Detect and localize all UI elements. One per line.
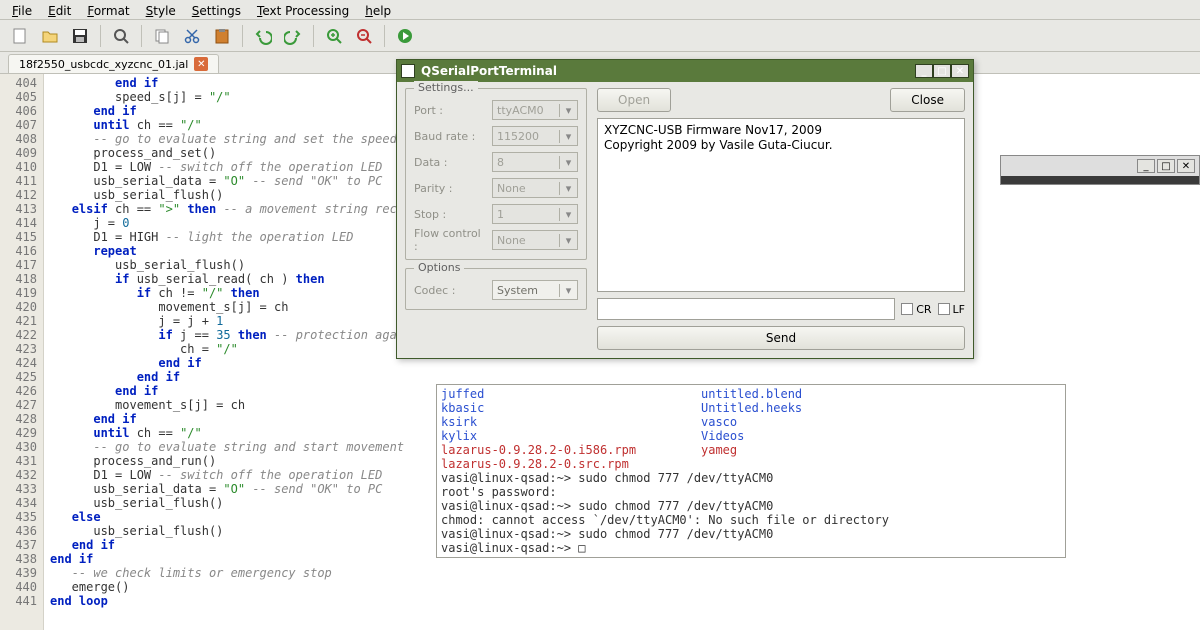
chevron-down-icon: ▾	[559, 104, 573, 117]
data-label: Data :	[414, 156, 486, 169]
save-icon[interactable]	[68, 24, 92, 48]
lf-checkbox[interactable]: LF	[938, 303, 965, 316]
open-button[interactable]: Open	[597, 88, 671, 112]
chevron-down-icon: ▾	[559, 208, 573, 221]
options-group: Options Codec : System▾	[405, 268, 587, 310]
cr-checkbox[interactable]: CR	[901, 303, 931, 316]
terminal-output[interactable]: juffeduntitled.blendkbasicUntitled.heeks…	[436, 384, 1066, 558]
parity-combo[interactable]: None▾	[492, 178, 578, 198]
baud-combo[interactable]: 115200▾	[492, 126, 578, 146]
new-file-icon[interactable]	[8, 24, 32, 48]
maximize-icon[interactable]: □	[1157, 159, 1175, 173]
serial-output: XYZCNC-USB Firmware Nov17, 2009 Copyrigh…	[597, 118, 965, 292]
toolbar	[0, 20, 1200, 52]
flow-combo[interactable]: None▾	[492, 230, 578, 250]
menu-file[interactable]: File	[6, 2, 38, 17]
menu-style[interactable]: Style	[140, 2, 182, 17]
stop-label: Stop :	[414, 208, 486, 221]
dialog-minimize-icon[interactable]: _	[915, 64, 933, 78]
menu-format[interactable]: Format	[81, 2, 135, 17]
chevron-down-icon: ▾	[559, 130, 573, 143]
cut-icon[interactable]	[180, 24, 204, 48]
paste-icon[interactable]	[210, 24, 234, 48]
flow-label: Flow control :	[414, 227, 486, 253]
codec-label: Codec :	[414, 284, 486, 297]
chevron-down-icon: ▾	[559, 234, 573, 247]
port-label: Port :	[414, 104, 486, 117]
dialog-titlebar[interactable]: QSerialPortTerminal _ □ ✕	[397, 60, 973, 82]
tab-label: 18f2550_usbcdc_xyzcnc_01.jal	[19, 58, 188, 71]
menu-edit[interactable]: Edit	[42, 2, 77, 17]
line-gutter: 4044054064074084094104114124134144154164…	[0, 74, 44, 630]
menubar: File Edit Format Style Settings Text Processi…	[0, 0, 1200, 20]
open-file-icon[interactable]	[38, 24, 62, 48]
zoom-out-icon[interactable]	[352, 24, 376, 48]
chevron-down-icon: ▾	[559, 284, 573, 297]
copy-icon[interactable]	[150, 24, 174, 48]
stop-combo[interactable]: 1▾	[492, 204, 578, 224]
dialog-close-icon[interactable]: ✕	[951, 64, 969, 78]
dialog-title: QSerialPortTerminal	[421, 64, 557, 78]
search-icon[interactable]	[109, 24, 133, 48]
dialog-maximize-icon[interactable]: □	[933, 64, 951, 78]
output-line: Copyright 2009 by Vasile Guta-Ciucur.	[604, 138, 958, 153]
close-tab-icon[interactable]: ✕	[194, 57, 208, 71]
chevron-down-icon: ▾	[559, 182, 573, 195]
close-icon[interactable]: ✕	[1177, 159, 1195, 173]
parity-label: Parity :	[414, 182, 486, 195]
file-tab[interactable]: 18f2550_usbcdc_xyzcnc_01.jal ✕	[8, 54, 219, 73]
minimize-icon[interactable]: _	[1137, 159, 1155, 173]
undo-icon[interactable]	[251, 24, 275, 48]
zoom-in-icon[interactable]	[322, 24, 346, 48]
output-line: XYZCNC-USB Firmware Nov17, 2009	[604, 123, 958, 138]
chevron-down-icon: ▾	[559, 156, 573, 169]
menu-text-processing[interactable]: Text Processing	[251, 2, 355, 17]
port-combo[interactable]: ttyACM0▾	[492, 100, 578, 120]
send-button[interactable]: Send	[597, 326, 965, 350]
menu-settings[interactable]: Settings	[186, 2, 247, 17]
menu-help[interactable]: help	[359, 2, 397, 17]
settings-group: Settings... Port : ttyACM0▾ Baud rate : …	[405, 88, 587, 260]
app-icon	[401, 64, 415, 78]
baud-label: Baud rate :	[414, 130, 486, 143]
close-button[interactable]: Close	[890, 88, 965, 112]
background-terminal: _ □ ✕	[1000, 155, 1200, 185]
data-combo[interactable]: 8▾	[492, 152, 578, 172]
serial-dialog: QSerialPortTerminal _ □ ✕ Settings... Po…	[396, 59, 974, 359]
options-group-title: Options	[414, 261, 464, 274]
redo-icon[interactable]	[281, 24, 305, 48]
send-input[interactable]	[597, 298, 895, 320]
settings-group-title: Settings...	[414, 81, 478, 94]
codec-combo[interactable]: System▾	[492, 280, 578, 300]
run-icon[interactable]	[393, 24, 417, 48]
